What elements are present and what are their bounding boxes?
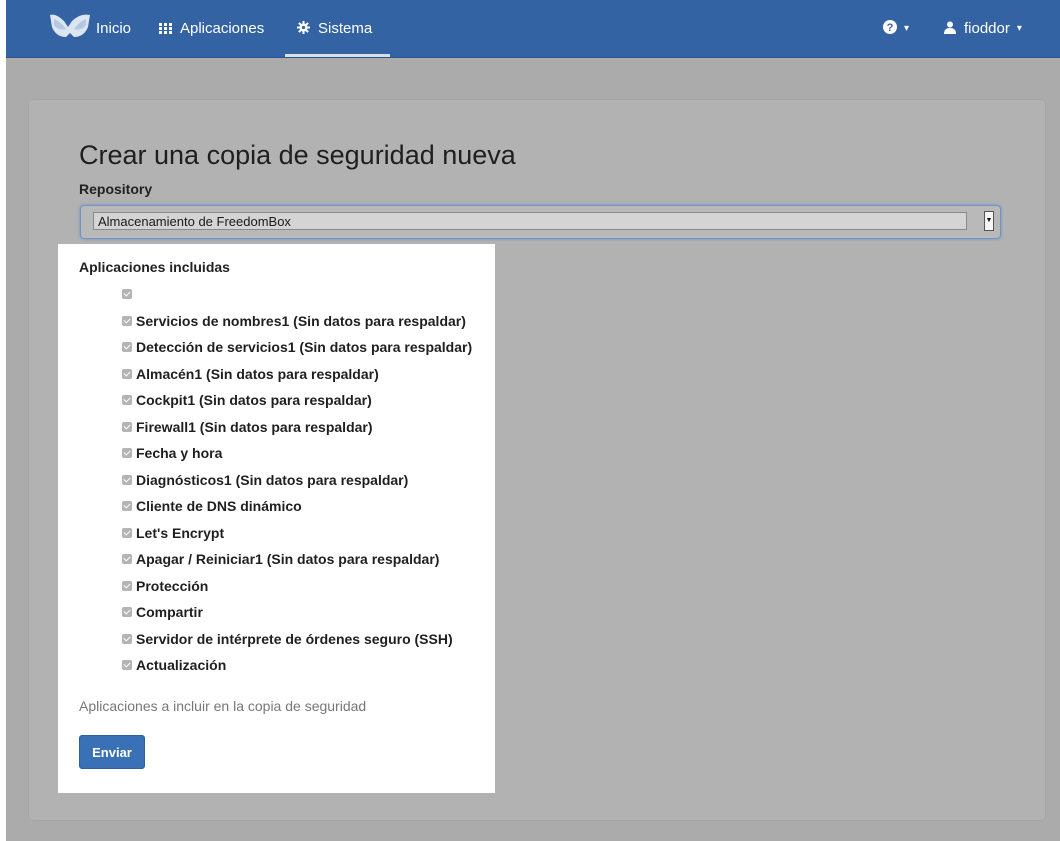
checkbox-checked-icon[interactable] — [122, 395, 132, 406]
list-item[interactable]: Diagnósticos1 (Sin datos para respaldar) — [122, 467, 472, 494]
user-icon — [944, 21, 956, 37]
nav-home-label: Inicio — [96, 20, 132, 37]
user-name: fioddor — [964, 20, 1010, 37]
active-tab-indicator — [285, 54, 390, 57]
list-item[interactable]: Fecha y hora — [122, 440, 472, 467]
checkbox-checked-icon[interactable] — [122, 607, 132, 618]
checkbox-checked-icon[interactable] — [122, 660, 132, 671]
list-item[interactable]: Compartir — [122, 599, 472, 626]
list-item[interactable]: Protección — [122, 573, 472, 600]
select-arrow-icon[interactable]: ▼ — [984, 211, 994, 231]
user-menu[interactable]: fioddor ▾ — [944, 0, 1022, 57]
nav-home-link[interactable]: Inicio — [96, 0, 131, 57]
nav-apps-label: Aplicaciones — [180, 20, 265, 37]
checkbox-checked-icon[interactable] — [122, 315, 132, 326]
list-item[interactable]: Servidor de intérprete de órdenes seguro… — [122, 626, 472, 653]
chevron-down-icon: ▾ — [904, 23, 910, 34]
included-apps-label: Aplicaciones incluidas — [79, 259, 230, 275]
list-item[interactable]: Firewall1 (Sin datos para respaldar) — [122, 414, 472, 441]
repository-select-value: Almacenamiento de FreedomBox — [93, 212, 967, 230]
checkbox-checked-icon[interactable] — [122, 421, 132, 432]
nav-system-label: Sistema — [318, 20, 373, 37]
nav-system-link[interactable]: Sistema — [285, 0, 390, 57]
checkbox-checked-icon[interactable] — [122, 368, 132, 379]
list-item[interactable]: Actualización — [122, 652, 472, 679]
gear-icon — [297, 20, 310, 37]
list-item[interactable]: Servicios de nombres1 (Sin datos para re… — [122, 308, 472, 335]
repository-label: Repository — [79, 181, 153, 197]
apps-checkbox-list: Servicios de nombres1 (Sin datos para re… — [122, 281, 472, 679]
page-title: Crear una copia de seguridad nueva — [79, 140, 516, 170]
apps-help-text: Aplicaciones a incluir en la copia de se… — [79, 698, 367, 714]
checkbox-checked-icon[interactable] — [122, 501, 132, 512]
checkbox-checked-icon[interactable] — [122, 580, 132, 591]
list-item[interactable]: Almacén1 (Sin datos para respaldar) — [122, 361, 472, 388]
svg-text:?: ? — [887, 22, 894, 34]
checkbox-checked-icon[interactable] — [122, 633, 132, 644]
list-item[interactable]: Let's Encrypt — [122, 520, 472, 547]
grid-icon — [159, 21, 172, 37]
help-menu[interactable]: ? ▾ — [883, 0, 909, 57]
list-item[interactable]: Detección de servicios1 (Sin datos para … — [122, 334, 472, 361]
page-stage: Inicio Aplicaciones Sistema ? ▾ fioddor … — [6, 0, 1060, 841]
freedombox-logo-icon[interactable] — [48, 11, 92, 43]
nav-apps-link[interactable]: Aplicaciones — [159, 0, 264, 57]
help-icon: ? — [883, 19, 897, 38]
repository-select[interactable]: Almacenamiento de FreedomBox ▼ — [80, 205, 1001, 239]
checkbox-checked-icon[interactable] — [122, 554, 132, 565]
checkbox-checked-icon[interactable] — [122, 342, 132, 353]
list-item[interactable] — [122, 281, 472, 308]
checkbox-checked-icon[interactable] — [122, 448, 132, 459]
checkbox-checked-icon[interactable] — [122, 527, 132, 538]
list-item[interactable]: Cockpit1 (Sin datos para respaldar) — [122, 387, 472, 414]
submit-button[interactable]: Enviar — [79, 735, 145, 769]
list-item[interactable]: Cliente de DNS dinámico — [122, 493, 472, 520]
checkbox-checked-icon[interactable] — [122, 289, 132, 300]
top-navbar: Inicio Aplicaciones Sistema ? ▾ fioddor … — [6, 0, 1060, 58]
checkbox-checked-icon[interactable] — [122, 474, 132, 485]
chevron-down-icon: ▾ — [1016, 23, 1022, 34]
list-item[interactable]: Apagar / Reiniciar1 (Sin datos para resp… — [122, 546, 472, 573]
